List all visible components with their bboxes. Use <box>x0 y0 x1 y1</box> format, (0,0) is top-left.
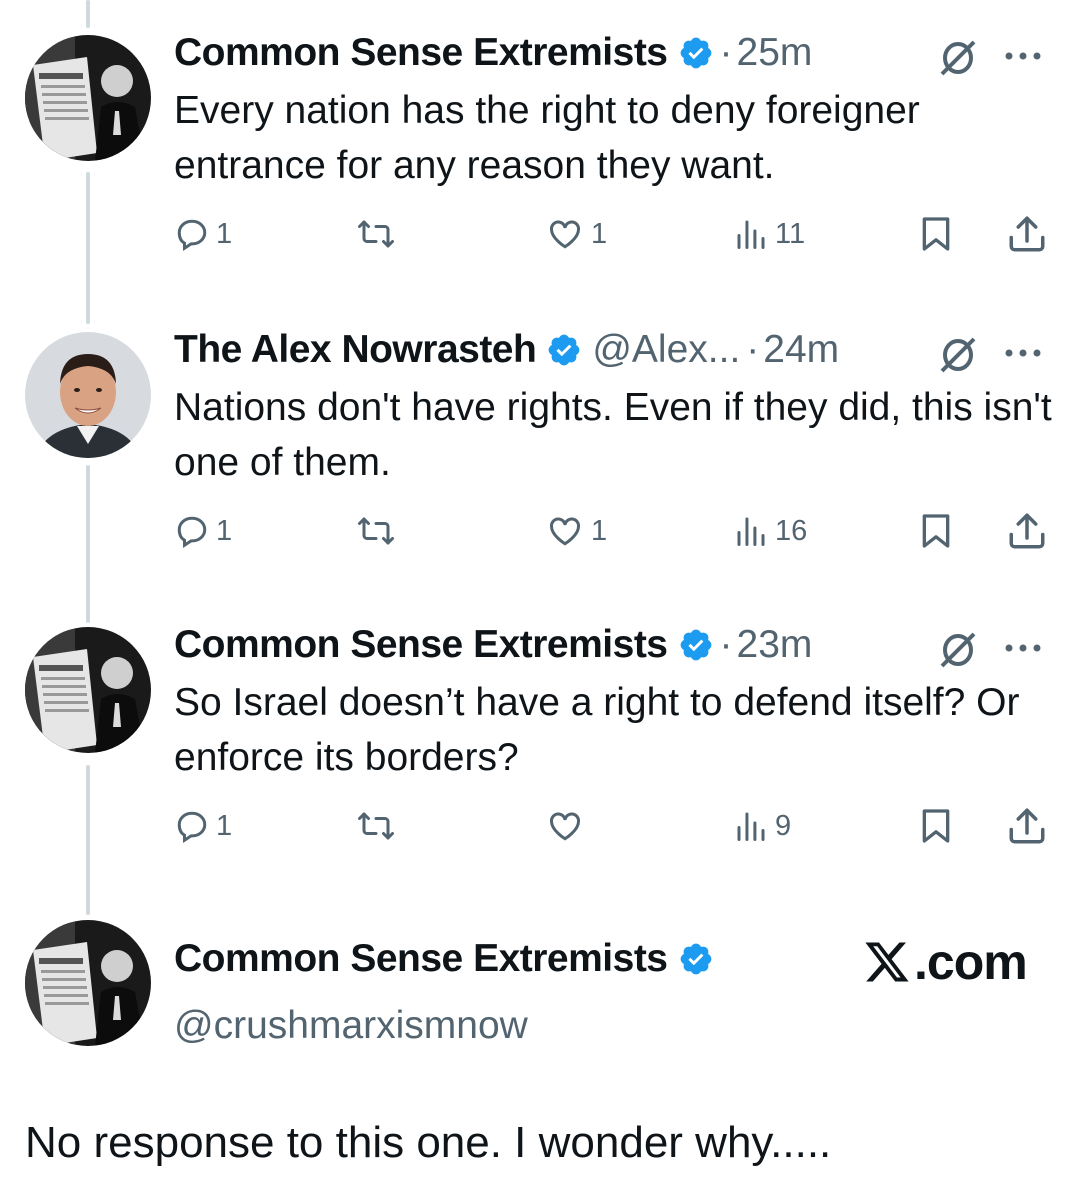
verified-badge-icon <box>680 629 711 661</box>
author-name[interactable]: Common Sense Extremists <box>174 31 668 75</box>
like-button[interactable]: 1 <box>545 210 607 258</box>
like-count: 1 <box>591 514 608 547</box>
views-button[interactable]: 16 <box>733 507 807 555</box>
tweet-2[interactable]: The Alex Nowrasteh @Alex... · 24m Nation… <box>0 297 1075 577</box>
author-name[interactable]: The Alex Nowrasteh <box>174 328 537 372</box>
verified-badge-icon <box>680 943 711 975</box>
views-icon <box>737 220 765 249</box>
views-icon <box>737 517 765 546</box>
separator-dot: · <box>719 623 733 666</box>
tweet-3[interactable]: Common Sense Extremists · 23m So Israel … <box>0 592 1075 872</box>
reply-icon <box>177 219 207 252</box>
newspaper-photo-avatar-icon <box>25 920 151 1046</box>
separator-dot: · <box>719 31 733 74</box>
avatar-common-sense-extremists[interactable] <box>25 35 151 161</box>
bookmark-icon <box>922 217 950 251</box>
repost-button[interactable] <box>356 802 402 850</box>
avatar-common-sense-extremists[interactable] <box>25 627 151 753</box>
views-button[interactable]: 11 <box>733 210 805 258</box>
like-button[interactable] <box>545 802 591 850</box>
reply-count: 1 <box>216 809 233 842</box>
like-icon <box>549 220 581 249</box>
author-name[interactable]: Common Sense Extremists <box>174 623 668 667</box>
caption-text: No response to this one. I wonder why...… <box>25 1118 832 1167</box>
portrait-avatar-icon <box>25 332 151 458</box>
bookmark-button[interactable] <box>916 210 956 258</box>
view-count: 16 <box>775 514 808 547</box>
reply-icon <box>177 811 207 844</box>
newspaper-photo-avatar-icon <box>25 35 151 161</box>
grok-icon[interactable] <box>936 628 980 672</box>
like-icon <box>549 517 581 546</box>
share-button[interactable] <box>1005 507 1049 555</box>
repost-button[interactable] <box>356 507 402 555</box>
share-button[interactable] <box>1005 210 1049 258</box>
share-icon <box>1009 808 1045 844</box>
reply-button[interactable]: 1 <box>174 210 232 258</box>
verified-badge-icon <box>548 334 580 366</box>
tweet-text: Nations don't have rights. Even if they … <box>174 386 1052 484</box>
tweet-text: So Israel doesn’t have a right to defend… <box>174 681 1020 779</box>
reply-count: 1 <box>216 514 233 547</box>
bookmark-button[interactable] <box>916 507 956 555</box>
views-icon <box>737 812 765 841</box>
avatar-alex-nowrasteh[interactable] <box>25 332 151 458</box>
timestamp[interactable]: 24m <box>763 328 839 372</box>
share-icon <box>1009 513 1045 549</box>
repost-icon <box>358 517 394 545</box>
reply-count: 1 <box>216 217 233 250</box>
author-handle[interactable]: @Alex... <box>592 328 740 372</box>
verified-badge-icon <box>680 37 711 69</box>
like-count: 1 <box>591 217 608 250</box>
reply-button[interactable]: 1 <box>174 802 232 850</box>
tweet-1[interactable]: Common Sense Extremists · 25m Every nati… <box>0 0 1075 280</box>
reply-icon <box>177 516 207 549</box>
repost-icon <box>358 812 394 840</box>
avatar-common-sense-extremists[interactable] <box>25 920 151 1046</box>
bookmark-icon <box>922 514 950 548</box>
share-button[interactable] <box>1005 802 1049 850</box>
separator-dot: · <box>746 328 760 371</box>
grok-icon[interactable] <box>936 36 980 80</box>
views-button[interactable]: 9 <box>733 802 791 850</box>
timestamp[interactable]: 23m <box>737 623 813 667</box>
like-button[interactable]: 1 <box>545 507 607 555</box>
reply-button[interactable]: 1 <box>174 507 232 555</box>
timestamp[interactable]: 25m <box>737 31 813 75</box>
tweet-text: Every nation has the right to deny forei… <box>174 89 920 187</box>
like-icon <box>549 812 581 841</box>
watermark-text: .com <box>914 934 1028 990</box>
bookmark-button[interactable] <box>916 802 956 850</box>
more-icon[interactable] <box>1000 630 1046 666</box>
x-logo-icon <box>865 942 909 982</box>
share-icon <box>1009 216 1045 252</box>
newspaper-photo-avatar-icon <box>25 627 151 753</box>
view-count: 9 <box>775 809 792 842</box>
grok-icon[interactable] <box>936 333 980 377</box>
x-com-watermark: .com <box>862 933 1028 991</box>
profile-handle[interactable]: @crushmarxismnow <box>174 1004 528 1048</box>
view-count: 11 <box>775 217 806 250</box>
repost-button[interactable] <box>356 210 402 258</box>
profile-name[interactable]: Common Sense Extremists <box>174 937 668 981</box>
bookmark-icon <box>922 809 950 843</box>
more-icon[interactable] <box>1000 335 1046 371</box>
more-icon[interactable] <box>1000 38 1046 74</box>
repost-icon <box>358 220 394 248</box>
